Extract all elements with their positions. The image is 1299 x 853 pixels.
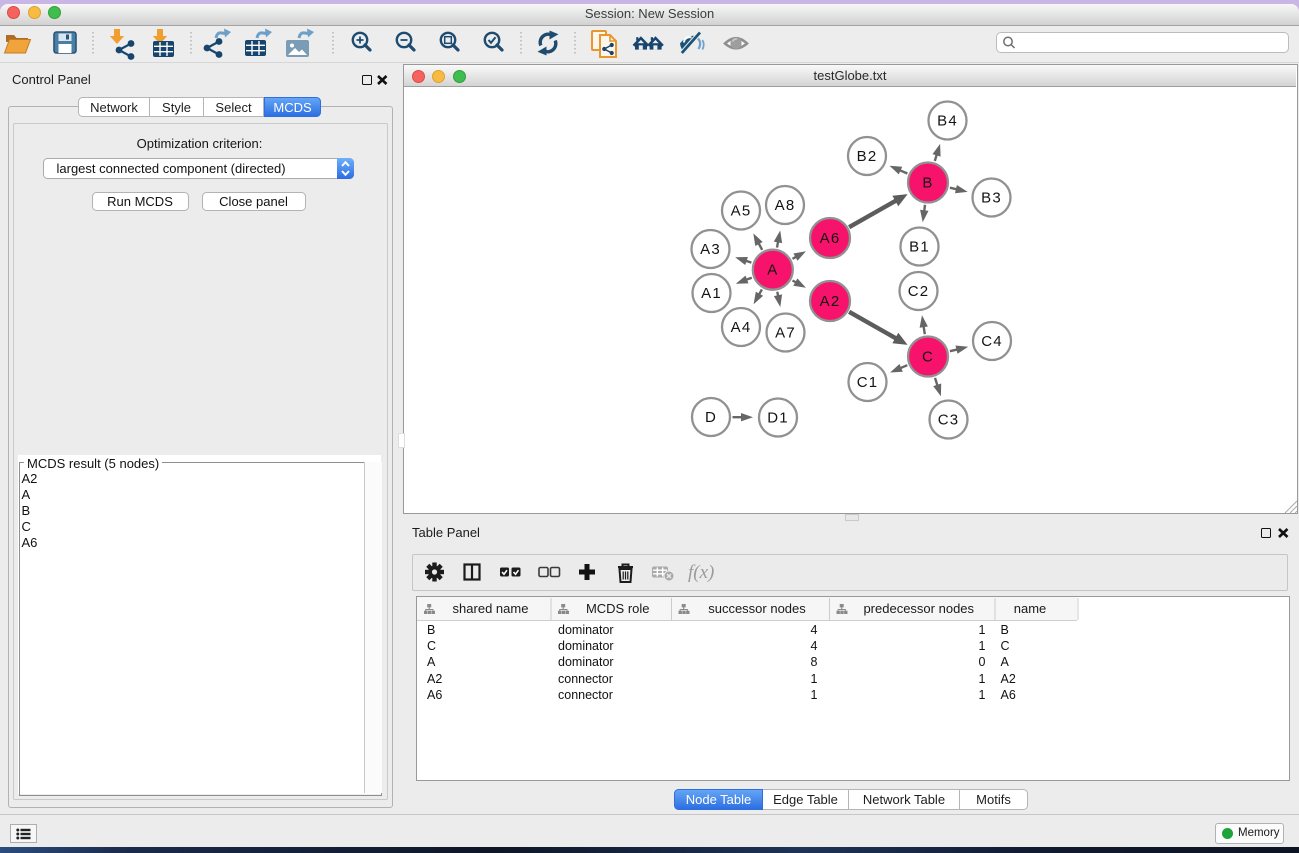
svg-text:f(x): f(x): [688, 562, 714, 583]
svg-text:C3: C3: [937, 412, 959, 429]
svg-text:B: B: [922, 175, 933, 192]
svg-text:C1: C1: [856, 374, 878, 391]
svg-text:A2: A2: [819, 293, 840, 310]
svg-text:C4: C4: [981, 333, 1003, 350]
svg-text:A7: A7: [775, 325, 796, 342]
svg-text:D1: D1: [767, 410, 789, 427]
svg-text:A6: A6: [819, 230, 840, 247]
svg-text:C2: C2: [907, 283, 929, 300]
svg-text:A: A: [767, 262, 778, 279]
svg-text:C: C: [921, 349, 933, 366]
svg-text:A3: A3: [700, 241, 721, 258]
svg-text:A8: A8: [774, 197, 795, 214]
svg-text:D: D: [704, 409, 716, 426]
svg-text:B2: B2: [856, 148, 877, 165]
svg-text:B3: B3: [981, 190, 1002, 207]
svg-text:B4: B4: [937, 113, 958, 130]
svg-text:A4: A4: [730, 319, 751, 336]
svg-text:A1: A1: [701, 285, 722, 302]
svg-text:B1: B1: [909, 239, 930, 256]
svg-text:A5: A5: [730, 203, 751, 220]
